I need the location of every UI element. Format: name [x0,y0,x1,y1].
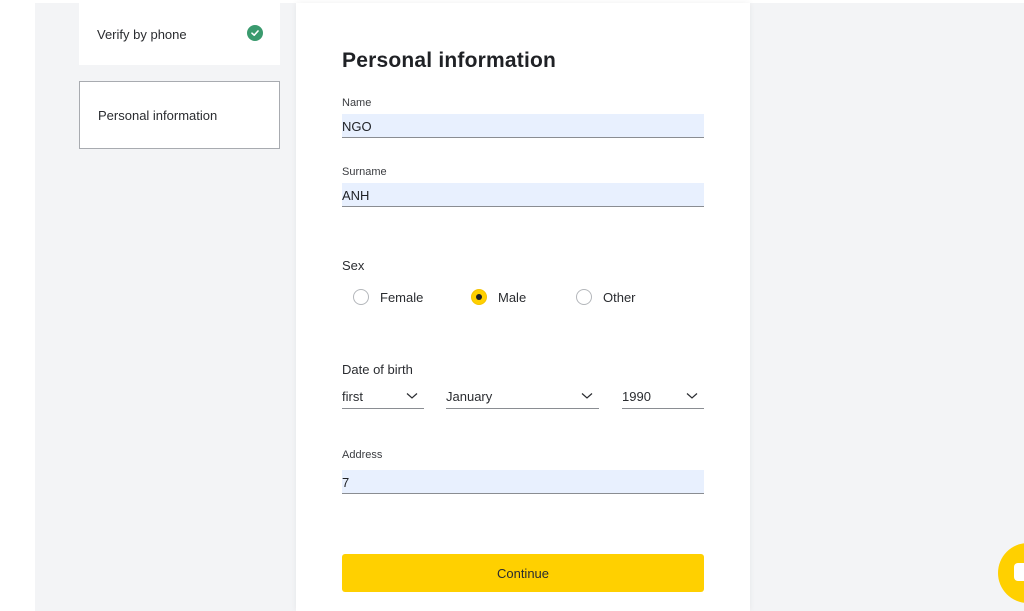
radio-female-label: Female [380,289,424,305]
dob-month-value: January [446,389,493,404]
name-input[interactable] [342,114,704,138]
step-personal-information[interactable]: Personal information [79,81,280,149]
radio-other[interactable]: Other [576,289,636,305]
dob-year-select[interactable]: 1990 [622,387,704,409]
step-personal-label: Personal information [98,107,218,123]
name-label: Name [342,97,372,109]
dob-month-select[interactable]: January [446,387,599,409]
radio-male-circle[interactable] [471,289,487,305]
step-verify-by-phone[interactable]: Verify by phone [79,3,280,65]
surname-label: Surname [342,166,387,178]
radio-other-label: Other [603,289,636,305]
radio-female-circle[interactable] [353,289,369,305]
sex-radio-group: Female Male Other [353,289,713,309]
dob-year-value: 1990 [622,389,651,404]
chevron-down-icon [686,393,698,399]
check-icon [247,25,263,41]
radio-male-label: Male [498,289,527,305]
surname-input[interactable] [342,183,704,207]
chevron-down-icon [406,393,418,399]
dob-day-select[interactable]: first [342,387,424,409]
dob-label: Date of birth [342,362,413,377]
continue-button[interactable]: Continue [342,554,704,592]
chevron-down-icon [581,393,593,399]
sex-label: Sex [342,258,365,273]
radio-other-circle[interactable] [576,289,592,305]
address-input[interactable] [342,470,704,494]
step-verify-label: Verify by phone [97,26,187,42]
chat-icon [1014,563,1024,581]
personal-info-form: Personal information Name Surname Sex Fe… [296,3,750,611]
dob-day-value: first [342,389,363,404]
address-label: Address [342,449,383,461]
radio-male[interactable]: Male [471,289,526,305]
form-title: Personal information [342,49,557,72]
radio-female[interactable]: Female [353,289,423,305]
